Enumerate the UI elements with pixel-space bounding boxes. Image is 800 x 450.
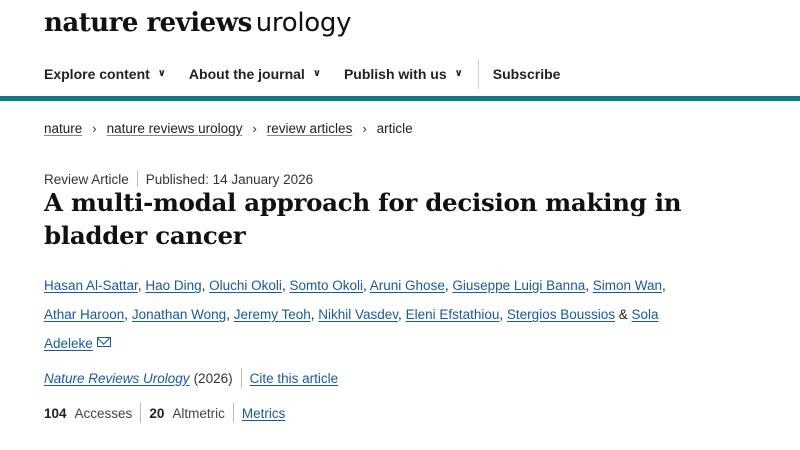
- publication-year: (2026): [193, 370, 233, 386]
- author-link[interactable]: Giuseppe Luigi Banna: [452, 278, 585, 293]
- mail-icon[interactable]: [96, 337, 111, 347]
- author-line: Hasan Al-Sattar, Hao Ding, Oluchi Okoli,…: [44, 278, 666, 293]
- header-accent-rule: [0, 96, 800, 101]
- author-link[interactable]: Simon Wan: [593, 278, 662, 293]
- accesses-label: Accesses: [74, 405, 133, 421]
- chevron-right-icon: ›: [92, 121, 97, 136]
- citation-divider: [240, 368, 242, 388]
- site-logo[interactable]: nature reviews urology: [44, 8, 351, 42]
- article-type: Review Article: [44, 171, 129, 187]
- nav-about-journal[interactable]: About the journal ∨: [189, 52, 321, 96]
- subscribe-label: Subscribe: [492, 66, 561, 82]
- author-line: Athar Haroon, Jonathan Wong, Jeremy Teoh…: [44, 307, 659, 322]
- author-link[interactable]: Stergios Boussios: [507, 307, 615, 322]
- breadcrumb-journal[interactable]: nature reviews urology: [107, 121, 243, 136]
- metrics-divider: [140, 403, 142, 423]
- author-link[interactable]: Somto Okoli: [289, 278, 363, 293]
- author-link[interactable]: Jeremy Teoh: [234, 307, 311, 322]
- altmetric-label: Altmetric: [172, 405, 225, 421]
- chevron-right-icon: ›: [252, 121, 257, 136]
- chevron-down-icon: ∨: [454, 67, 463, 79]
- main-nav: Explore content ∨ About the journal ∨ Pu…: [0, 52, 800, 96]
- author-link[interactable]: Nikhil Vasdev: [318, 307, 398, 322]
- journal-link[interactable]: Nature Reviews Urology: [44, 371, 190, 386]
- nav-item-label: Explore content: [44, 66, 150, 82]
- breadcrumb-current: article: [376, 121, 413, 136]
- altmetric-count: 20: [149, 405, 165, 421]
- chevron-down-icon: ∨: [157, 67, 166, 79]
- breadcrumb: nature › nature reviews urology › review…: [44, 121, 413, 136]
- author-link[interactable]: Athar Haroon: [44, 307, 124, 322]
- nav-item-label: Publish with us: [343, 66, 447, 82]
- nav-publish-with-us[interactable]: Publish with us ∨: [344, 52, 463, 96]
- author-link-corresponding[interactable]: Adeleke: [44, 336, 93, 351]
- logo-brand-light: urology: [255, 8, 352, 38]
- author-ampersand: &: [618, 307, 628, 322]
- author-link[interactable]: Aruni Ghose: [370, 278, 445, 293]
- author-link[interactable]: Oluchi Okoli: [209, 278, 282, 293]
- cite-this-article-link[interactable]: Cite this article: [250, 371, 339, 386]
- author-link[interactable]: Jonathan Wong: [132, 307, 226, 322]
- accesses-count: 104: [44, 405, 67, 421]
- breadcrumb-review-articles[interactable]: review articles: [267, 121, 353, 136]
- metrics-link[interactable]: Metrics: [242, 406, 286, 421]
- article-metrics: 104 Accesses 20 Altmetric Metrics: [44, 403, 285, 423]
- nav-divider: [477, 59, 479, 89]
- chevron-down-icon: ∨: [312, 67, 321, 79]
- journal-citation: Nature Reviews Urology (2026) Cite this …: [44, 368, 338, 388]
- author-list: Hasan Al-Sattar, Hao Ding, Oluchi Okoli,…: [44, 271, 694, 358]
- author-link[interactable]: Hasan Al-Sattar: [44, 278, 138, 293]
- breadcrumb-nature[interactable]: nature: [44, 121, 82, 136]
- subscribe-link[interactable]: Subscribe: [493, 52, 561, 96]
- metrics-divider: [232, 403, 234, 423]
- article-meta: Review Article Published: 14 January 202…: [44, 171, 313, 187]
- meta-divider: [136, 171, 138, 187]
- logo-brand-bold: nature reviews: [44, 8, 252, 38]
- author-link[interactable]: Sola: [632, 307, 659, 322]
- nav-item-label: About the journal: [188, 66, 305, 82]
- nav-explore-content[interactable]: Explore content ∨: [44, 52, 166, 96]
- article-title: A multi-modal approach for decision maki…: [44, 188, 682, 250]
- author-line: Adeleke: [44, 329, 694, 358]
- chevron-right-icon: ›: [362, 121, 367, 136]
- published-date: Published: 14 January 2026: [145, 171, 314, 187]
- author-link[interactable]: Eleni Efstathiou: [406, 307, 500, 322]
- author-link[interactable]: Hao Ding: [145, 278, 201, 293]
